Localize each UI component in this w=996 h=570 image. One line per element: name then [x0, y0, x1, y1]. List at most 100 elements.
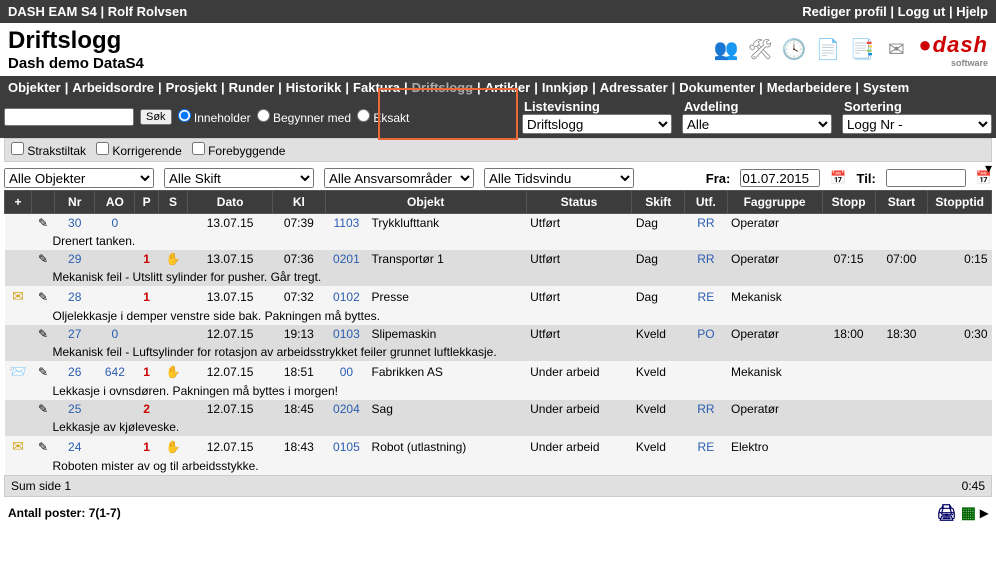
col-objekt[interactable]: Objekt	[325, 191, 526, 214]
nav-faktura[interactable]: Faktura	[353, 80, 400, 95]
chk-korrigerende[interactable]: Korrigerende	[96, 142, 182, 158]
nav-medarbeidere[interactable]: Medarbeidere	[767, 80, 852, 95]
select-ansvar[interactable]: Alle Ansvarsområder	[324, 168, 474, 188]
send-icon[interactable]: ✉	[884, 38, 908, 62]
users-icon[interactable]: 👥	[714, 38, 738, 62]
edit-icon[interactable]: ✎	[38, 365, 48, 379]
hand-icon[interactable]: ✋	[166, 252, 181, 266]
table-row[interactable]: ✉✎28113.07.1507:320102PresseUtførtDagREM…	[5, 286, 992, 307]
obj-code[interactable]: 00	[340, 365, 353, 379]
obj-code[interactable]: 1103	[334, 216, 360, 230]
nav-objekter[interactable]: Objekter	[8, 80, 61, 95]
log-nr[interactable]: 29	[68, 252, 81, 266]
mode-begynner[interactable]: Begynner med	[257, 109, 351, 125]
log-nr[interactable]: 26	[68, 365, 81, 379]
nav-arbeidsordre[interactable]: Arbeidsordre	[72, 80, 154, 95]
expand-icon[interactable]: ▾	[985, 160, 992, 177]
log-nr[interactable]: 30	[68, 216, 81, 230]
utf-link[interactable]: RR	[697, 402, 714, 416]
nav-driftslogg[interactable]: Driftslogg	[412, 80, 473, 95]
col-status[interactable]: Status	[526, 191, 632, 214]
nav-historikk[interactable]: Historikk	[286, 80, 342, 95]
nav-adressater[interactable]: Adressater	[600, 80, 668, 95]
link-rediger-profil[interactable]: Rediger profil	[802, 4, 887, 19]
col-kl[interactable]: Kl	[272, 191, 325, 214]
input-til[interactable]	[886, 169, 966, 187]
hand-icon[interactable]: ✋	[166, 365, 181, 379]
more-icon[interactable]: ▸	[980, 503, 988, 523]
utf-link[interactable]: RR	[697, 252, 714, 266]
utf-link[interactable]: RE	[698, 440, 715, 454]
nav-prosjekt[interactable]: Prosjekt	[166, 80, 217, 95]
utf-link[interactable]: RR	[697, 216, 714, 230]
excel-icon[interactable]: ▦	[961, 503, 976, 523]
edit-icon[interactable]: ✎	[38, 327, 48, 341]
obj-code[interactable]: 0102	[333, 290, 360, 304]
nav-artikler[interactable]: Artikler	[485, 80, 531, 95]
col-start[interactable]: Start	[875, 191, 928, 214]
copy-icon[interactable]: 📑	[850, 38, 874, 62]
mail-icon[interactable]: ✉	[12, 438, 24, 454]
chk-strakstiltak[interactable]: Strakstiltak	[11, 142, 86, 158]
ao-link[interactable]: 0	[112, 327, 119, 341]
obj-code[interactable]: 0103	[333, 327, 360, 341]
cal-fra-icon[interactable]: 📅	[830, 170, 846, 186]
select-objekter[interactable]: Alle Objekter	[4, 168, 154, 188]
clock-icon[interactable]: 🕓	[782, 38, 806, 62]
col-skift[interactable]: Skift	[632, 191, 685, 214]
table-row[interactable]: ✉✎241✋12.07.1518:430105Robot (utlastning…	[5, 436, 992, 457]
search-input[interactable]	[4, 108, 134, 126]
table-row[interactable]: ✎30013.07.1507:391103TrykklufttankUtført…	[5, 214, 992, 233]
obj-code[interactable]: 0201	[333, 252, 360, 266]
table-row[interactable]: ✎291✋13.07.1507:360201Transportør 1Utfør…	[5, 250, 992, 268]
table-row[interactable]: 📨✎266421✋12.07.1518:5100Fabrikken ASUnde…	[5, 361, 992, 382]
col-fag[interactable]: Faggruppe	[727, 191, 822, 214]
col-s[interactable]: S	[158, 191, 188, 214]
mode-inneholder[interactable]: Inneholder	[178, 109, 251, 125]
table-row[interactable]: ✎25212.07.1518:450204SagUnder arbeidKvel…	[5, 400, 992, 418]
print-icon[interactable]: 🖨	[937, 503, 957, 523]
nav-dokumenter[interactable]: Dokumenter	[679, 80, 755, 95]
edit-icon[interactable]: ✎	[38, 252, 48, 266]
select-sortering[interactable]: Logg Nr -	[842, 114, 992, 134]
col-stopptid[interactable]: Stopptid	[928, 191, 992, 214]
col-nr[interactable]: Nr	[55, 191, 95, 214]
mode-eksakt[interactable]: Eksakt	[357, 109, 409, 125]
doc-icon[interactable]: 📄	[816, 38, 840, 62]
nav-innkjøp[interactable]: Innkjøp	[542, 80, 588, 95]
col-utf[interactable]: Utf.	[685, 191, 727, 214]
select-listevisning[interactable]: Driftslogg	[522, 114, 672, 134]
tools-icon[interactable]: 🛠	[748, 38, 772, 62]
obj-code[interactable]: 0204	[333, 402, 360, 416]
col-dato[interactable]: Dato	[188, 191, 273, 214]
search-button[interactable]: Søk	[140, 109, 172, 125]
table-row[interactable]: ✎27012.07.1519:130103SlipemaskinUtførtKv…	[5, 325, 992, 343]
link-logg-ut[interactable]: Logg ut	[898, 4, 946, 19]
col-plus[interactable]: +	[5, 191, 32, 214]
select-skift[interactable]: Alle Skift	[164, 168, 314, 188]
edit-icon[interactable]: ✎	[38, 402, 48, 416]
utf-link[interactable]: RE	[698, 290, 715, 304]
utf-link[interactable]: PO	[697, 327, 714, 341]
nav-runder[interactable]: Runder	[229, 80, 275, 95]
select-avdeling[interactable]: Alle	[682, 114, 832, 134]
ao-link[interactable]: 642	[105, 365, 125, 379]
hand-icon[interactable]: ✋	[166, 440, 181, 454]
log-nr[interactable]: 27	[68, 327, 81, 341]
col-p[interactable]: P	[135, 191, 158, 214]
edit-icon[interactable]: ✎	[38, 440, 48, 454]
input-fra[interactable]	[740, 169, 820, 187]
chk-forebyggende[interactable]: Forebyggende	[192, 142, 286, 158]
ao-link[interactable]: 0	[112, 216, 119, 230]
select-tidsvindu[interactable]: Alle Tidsvindu	[484, 168, 634, 188]
mail-open-icon[interactable]: 📨	[9, 363, 26, 379]
log-nr[interactable]: 25	[68, 402, 81, 416]
link-hjelp[interactable]: Hjelp	[956, 4, 988, 19]
log-nr[interactable]: 24	[68, 440, 81, 454]
obj-code[interactable]: 0105	[333, 440, 360, 454]
col-stopp[interactable]: Stopp	[822, 191, 875, 214]
col-ao[interactable]: AO	[95, 191, 135, 214]
edit-icon[interactable]: ✎	[38, 216, 48, 230]
nav-system[interactable]: System	[863, 80, 909, 95]
edit-icon[interactable]: ✎	[38, 290, 48, 304]
